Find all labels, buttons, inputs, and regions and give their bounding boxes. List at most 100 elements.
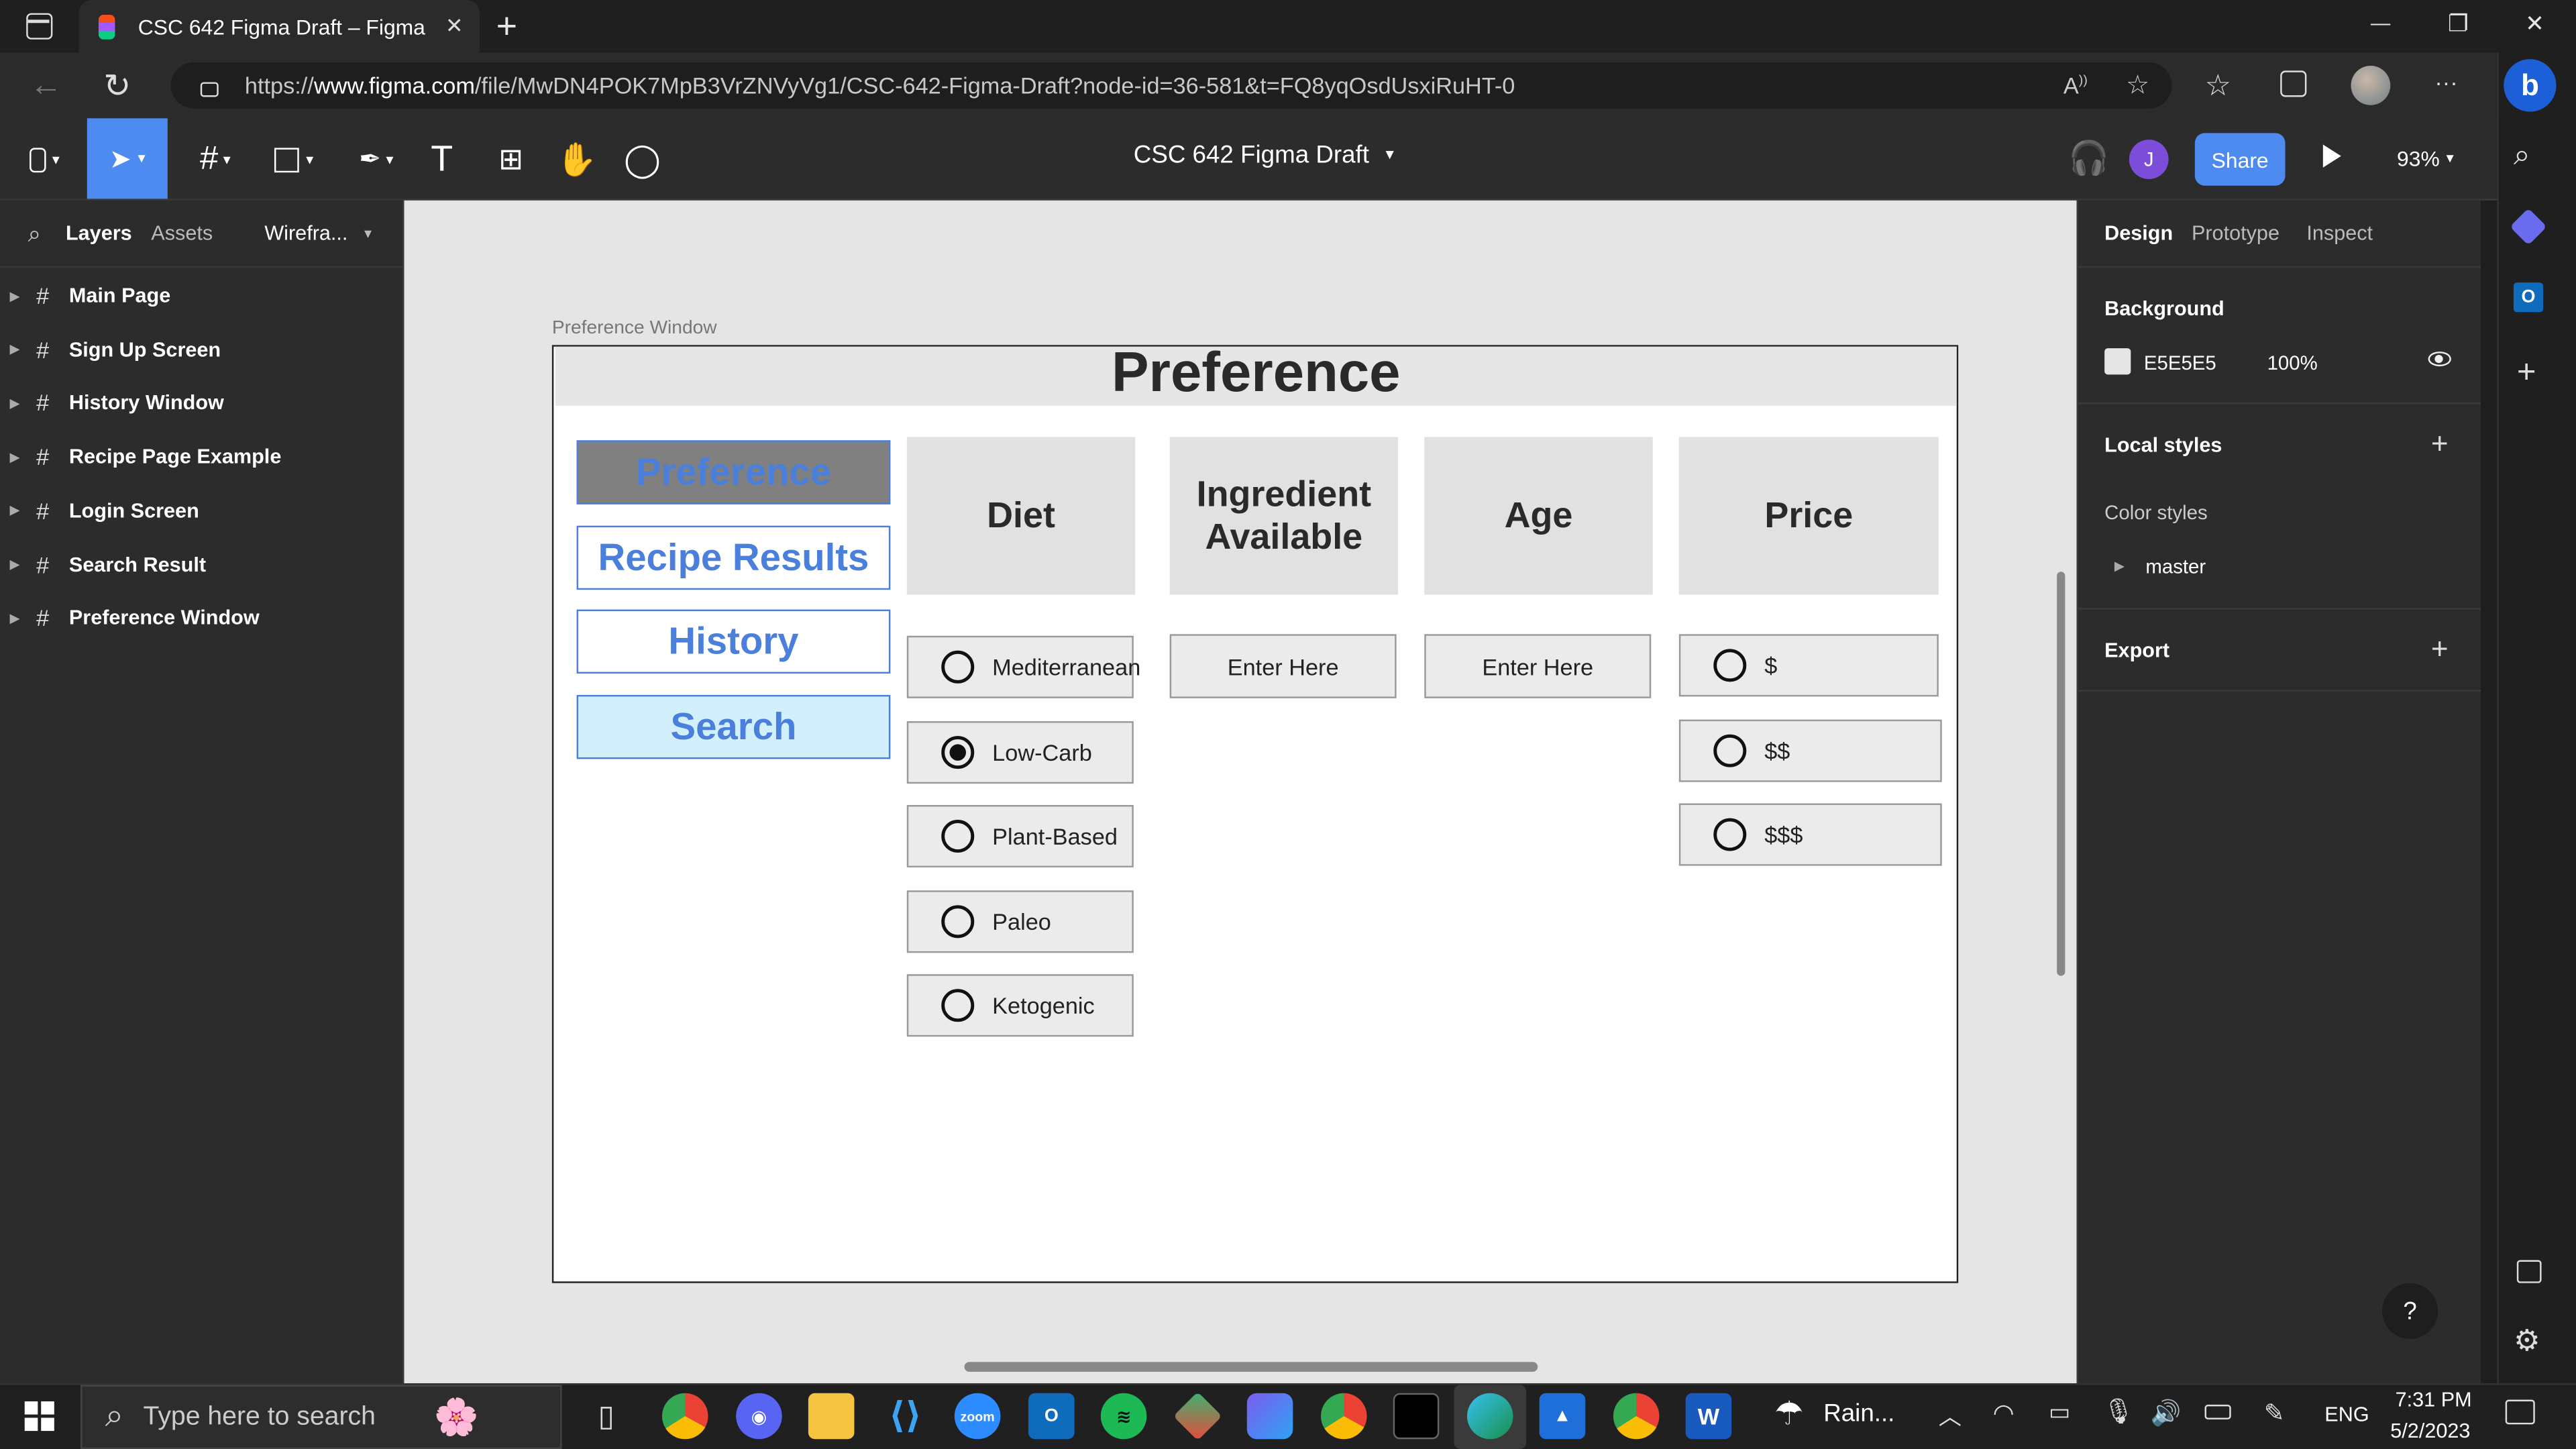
back-icon[interactable]: ← <box>30 67 62 105</box>
discord-icon[interactable]: ◉ <box>736 1393 782 1440</box>
hand-tool-icon[interactable]: ✋ <box>555 138 598 181</box>
weather-widget[interactable]: ☂ Rain... <box>1774 1393 1895 1434</box>
layer-row[interactable]: ▶ # Login Screen <box>0 488 404 534</box>
caret-right-icon[interactable]: ▶ <box>3 396 26 411</box>
add-style-icon[interactable]: + <box>2428 429 2451 458</box>
page-selector[interactable]: Wirefra... ▾ <box>264 222 372 245</box>
nav-preference-button[interactable]: Preference <box>576 440 891 504</box>
clock-time[interactable]: 7:31 PM <box>2396 1388 2472 1411</box>
taskbar-search[interactable]: ⌕ Type here to search 🌸 <box>80 1385 562 1449</box>
tab-prototype[interactable]: Prototype <box>2192 222 2279 245</box>
age-input[interactable]: Enter Here <box>1424 634 1652 698</box>
tab-assets[interactable]: Assets <box>151 222 213 245</box>
bing-icon[interactable]: b <box>2504 59 2557 112</box>
master-style[interactable]: master <box>2145 555 2206 578</box>
split-screen-icon[interactable] <box>2516 1260 2542 1283</box>
tab-layers[interactable]: Layers <box>66 222 132 245</box>
clock-date[interactable]: 5/2/2023 <box>2390 1419 2470 1442</box>
show-hidden-icons[interactable]: ︿ <box>1939 1400 1962 1433</box>
pen-input-icon[interactable]: ✎ <box>2264 1398 2285 1428</box>
user-avatar[interactable]: J <box>2129 140 2169 179</box>
nav-history-button[interactable]: History <box>576 609 891 674</box>
frame-label[interactable]: Preference Window <box>552 319 717 338</box>
layer-row[interactable]: ▶ # Search Result <box>0 541 404 588</box>
frame-tool-icon[interactable]: # ▾ <box>187 138 243 181</box>
nav-recipe-results-button[interactable]: Recipe Results <box>576 525 891 590</box>
share-button[interactable]: Share <box>2194 133 2286 186</box>
chrome-icon[interactable] <box>661 1393 708 1440</box>
word-icon[interactable]: W <box>1685 1393 1732 1440</box>
figma-menu-icon[interactable]: ▾ <box>16 138 72 181</box>
search-icon[interactable]: ⌕ <box>28 220 41 248</box>
chrome-profile-icon[interactable] <box>1613 1393 1660 1440</box>
horizontal-scrollbar[interactable] <box>964 1362 1538 1372</box>
radio-button[interactable] <box>941 735 975 768</box>
background-swatch[interactable] <box>2104 348 2131 375</box>
layer-row[interactable]: ▶ # Preference Window <box>0 595 404 641</box>
layer-row[interactable]: ▶ # Sign Up Screen <box>0 327 404 373</box>
caret-right-icon[interactable]: ▶ <box>3 503 26 518</box>
text-tool-icon[interactable]: T <box>421 138 464 181</box>
vscode-icon[interactable]: ⟨⟩ <box>882 1393 928 1440</box>
zoom-icon[interactable]: zoom <box>954 1393 1001 1440</box>
restore-button[interactable]: ❐ <box>2448 10 2469 38</box>
edge-icon[interactable] <box>1466 1393 1513 1440</box>
vertical-scrollbar[interactable] <box>2057 572 2065 976</box>
outlook-icon[interactable]: O <box>2513 282 2544 313</box>
add-export-icon[interactable]: + <box>2428 634 2451 663</box>
camera-icon[interactable]: ▭ <box>2049 1398 2070 1426</box>
tab-design[interactable]: Design <box>2104 222 2173 245</box>
diet-option[interactable]: Paleo <box>906 890 1134 953</box>
caret-right-icon[interactable]: ▶ <box>2114 559 2125 574</box>
radio-button[interactable] <box>1713 733 1747 767</box>
move-tool-button[interactable]: ➤ ▾ <box>87 118 168 199</box>
present-play-icon[interactable] <box>2322 144 2341 168</box>
caret-right-icon[interactable]: ▶ <box>3 557 26 572</box>
battery-icon[interactable] <box>2204 1404 2231 1419</box>
caret-right-icon[interactable]: ▶ <box>3 610 26 625</box>
radio-button[interactable] <box>1713 649 1747 682</box>
new-tab-button[interactable]: + <box>496 5 517 48</box>
read-aloud-icon[interactable]: A)) <box>2063 72 2088 99</box>
chrome-alt-icon[interactable] <box>1320 1393 1367 1440</box>
tab-close-icon[interactable]: ✕ <box>445 13 464 40</box>
layer-row[interactable]: ▶ # Recipe Page Example <box>0 434 404 480</box>
windows-start-icon[interactable] <box>24 1401 54 1432</box>
add-sidebar-icon[interactable]: + <box>2517 355 2536 392</box>
diet-option[interactable]: Ketogenic <box>906 974 1134 1037</box>
pen-tool-icon[interactable]: ✒ ▾ <box>348 138 404 181</box>
ingredient-input[interactable]: Enter Here <box>1169 634 1397 698</box>
notification-icon[interactable] <box>2505 1399 2535 1425</box>
outlook-taskbar-icon[interactable]: O <box>1028 1393 1075 1440</box>
layer-row[interactable]: ▶ # Main Page <box>0 273 404 319</box>
comment-tool-icon[interactable]: ◯ <box>621 138 664 181</box>
radio-button[interactable] <box>941 650 975 684</box>
search-sidebar-icon[interactable]: ⌕ <box>2514 138 2530 172</box>
photos-icon[interactable]: ▲ <box>1539 1393 1586 1440</box>
url-field[interactable]: https://www.figma.com/file/MwDN4POK7MpB3… <box>170 62 2172 109</box>
spotify-icon[interactable]: ≋ <box>1100 1393 1147 1440</box>
diet-option[interactable]: Mediterranean <box>906 635 1140 698</box>
help-button[interactable]: ? <box>2382 1283 2438 1339</box>
caret-right-icon[interactable]: ▶ <box>3 449 26 464</box>
audio-headphones-icon[interactable]: 🎧 <box>2068 138 2109 179</box>
settings-gear-icon[interactable]: ⚙ <box>2514 1324 2540 1358</box>
refresh-icon[interactable]: ↻ <box>103 66 131 107</box>
radio-button[interactable] <box>941 820 975 853</box>
task-view-icon[interactable]: ▯ <box>583 1393 629 1440</box>
diet-option[interactable]: Low-Carb <box>906 720 1134 783</box>
caret-right-icon[interactable]: ▶ <box>3 342 26 357</box>
language-indicator[interactable]: ENG <box>2324 1403 2369 1426</box>
tab-actions-icon[interactable] <box>26 13 53 40</box>
radio-button[interactable] <box>1713 818 1747 851</box>
price-option[interactable]: $$$ <box>1678 803 1942 866</box>
nav-search-button[interactable]: Search <box>576 694 891 759</box>
layer-row[interactable]: ▶ # History Window <box>0 380 404 427</box>
favorites-icon[interactable]: ☆ <box>2205 69 2232 103</box>
volume-icon[interactable]: 🔊 <box>2151 1398 2182 1428</box>
more-menu-icon[interactable]: ··· <box>2434 69 2457 95</box>
caret-right-icon[interactable]: ▶ <box>3 288 26 303</box>
background-opacity[interactable]: 100% <box>2267 352 2318 374</box>
zoom-menu[interactable]: 93% ▾ <box>2397 146 2454 171</box>
radio-button[interactable] <box>941 989 975 1022</box>
